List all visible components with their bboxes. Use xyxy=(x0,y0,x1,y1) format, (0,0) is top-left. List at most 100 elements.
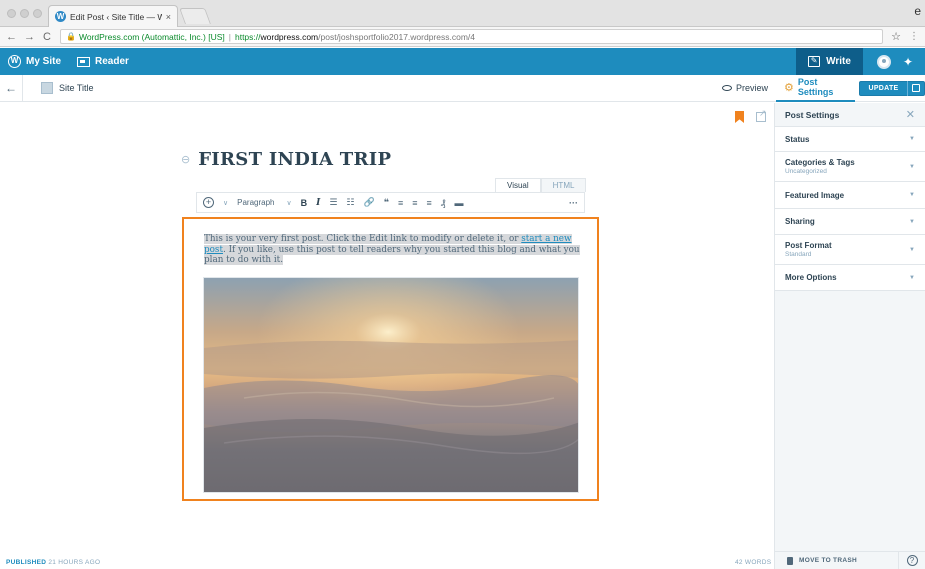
reader-icon xyxy=(77,56,91,67)
bullet-list-icon[interactable]: ☰ xyxy=(329,197,337,208)
gear-icon: ⚙ xyxy=(784,81,794,94)
sunset-ocean-photo xyxy=(204,278,578,492)
editor-canvas: ⊖ FIRST INDIA TRIP Visual HTML + ∨ Parag… xyxy=(0,103,774,569)
trash-label: MOVE TO TRASH xyxy=(799,557,857,564)
browser-tabstrip: W Edit Post ‹ Site Title — WordPr × e xyxy=(0,0,925,27)
update-button[interactable]: UPDATE xyxy=(859,80,925,96)
profile-icon[interactable]: e xyxy=(914,4,921,18)
minimize-window-dot[interactable] xyxy=(20,9,29,18)
my-site-link[interactable]: W My Site xyxy=(0,48,69,75)
browser-tab[interactable]: W Edit Post ‹ Site Title — WordPr × xyxy=(48,5,178,27)
address-bar-row: ← → C 🔒 WordPress.com (Automattic, Inc.)… xyxy=(0,27,925,47)
preview-label: Preview xyxy=(735,83,768,93)
published-label: PUBLISHED xyxy=(6,559,47,566)
forward-icon[interactable]: → xyxy=(24,31,35,43)
paragraph-format-value: Paragraph xyxy=(237,198,275,207)
link-icon[interactable]: 🔗 xyxy=(363,197,374,208)
sidebar-item-more-options[interactable]: More Options ▼ xyxy=(775,265,925,291)
chevron-down-icon: ▼ xyxy=(909,274,915,281)
post-content-area[interactable]: This is your very first post. Click the … xyxy=(182,217,599,501)
editor-mode-tabs: Visual HTML xyxy=(495,178,587,192)
url-path: /post/joshsportfolio2017.wordpress.com/4 xyxy=(318,31,476,42)
post-settings-toggle[interactable]: ⚙ Post Settings xyxy=(776,75,855,102)
back-icon[interactable]: ← xyxy=(6,31,17,43)
sidebar-item-post-format[interactable]: Post Format Standard ▼ xyxy=(775,235,925,265)
sidebar-item-status[interactable]: Status ▼ xyxy=(775,127,925,152)
trash-icon xyxy=(787,556,793,565)
reader-link[interactable]: Reader xyxy=(69,48,137,75)
help-icon[interactable]: ? xyxy=(899,555,925,566)
move-to-trash-button[interactable]: MOVE TO TRASH xyxy=(775,556,898,565)
align-right-icon[interactable]: ≡ xyxy=(427,198,432,208)
bold-icon[interactable]: B xyxy=(301,198,308,208)
new-tab-button[interactable] xyxy=(179,8,211,24)
lock-icon: 🔒 xyxy=(66,32,76,41)
external-link-icon[interactable] xyxy=(756,108,767,122)
preview-button[interactable]: Preview xyxy=(721,83,768,93)
wordpress-logo-icon: W xyxy=(8,55,21,68)
sidebar-item-sharing[interactable]: Sharing ▼ xyxy=(775,209,925,235)
more-options-icon[interactable]: ··· xyxy=(569,198,578,208)
wordpress-favicon-icon: W xyxy=(55,11,66,22)
add-content-icon[interactable]: + xyxy=(203,197,214,208)
browser-menu-icon[interactable]: ⋮ xyxy=(909,31,919,42)
update-label: UPDATE xyxy=(868,84,899,92)
site-icon xyxy=(41,82,53,94)
chevron-down-icon[interactable]: ∨ xyxy=(223,199,228,207)
sidebar-header: Post Settings ✕ xyxy=(775,103,925,127)
sidebar-list: Status ▼ Categories & Tags Uncategorized… xyxy=(775,127,925,291)
bookmark-star-icon[interactable]: ☆ xyxy=(891,30,901,43)
sidebar-item-label: More Options xyxy=(785,273,837,282)
sidebar-item-label: Featured Image xyxy=(785,190,845,200)
close-window-dot[interactable] xyxy=(7,9,16,18)
sidebar-item-label: Categories & Tags xyxy=(785,158,855,167)
divider xyxy=(22,74,23,102)
reload-icon[interactable]: C xyxy=(42,31,52,43)
chevron-down-icon: ▼ xyxy=(909,192,915,198)
url-domain: wordpress.com xyxy=(260,31,319,42)
publish-status: PUBLISHED 21 HOURS AGO xyxy=(6,559,100,566)
bookmark-icon[interactable] xyxy=(735,111,744,123)
url-separator: | xyxy=(228,31,231,42)
close-icon[interactable]: ✕ xyxy=(906,108,915,121)
secure-label: WordPress.com (Automattic, Inc.) [US] xyxy=(78,31,225,42)
chevron-down-icon: ▼ xyxy=(909,218,915,225)
body-text-part-1: This is your very first post. Click the … xyxy=(204,234,522,244)
write-button[interactable]: ✎ Write xyxy=(796,48,863,75)
paragraph-format-select[interactable]: Paragraph ∨ xyxy=(237,198,291,207)
sidebar-item-featured-image[interactable]: Featured Image ▼ xyxy=(775,182,925,209)
tab-html[interactable]: HTML xyxy=(540,178,587,192)
reader-label: Reader xyxy=(95,56,129,67)
zoom-window-dot[interactable] xyxy=(33,9,42,18)
post-settings-label: Post Settings xyxy=(797,77,834,97)
avatar[interactable] xyxy=(876,54,891,69)
post-title-row: ⊖ FIRST INDIA TRIP xyxy=(181,149,391,170)
site-title[interactable]: Site Title xyxy=(59,83,94,93)
blockquote-icon[interactable]: ❝ xyxy=(384,197,389,208)
numbered-list-icon[interactable]: ☷ xyxy=(346,197,354,208)
align-center-icon[interactable]: ≡ xyxy=(412,198,417,208)
permalink-icon[interactable]: ⊖ xyxy=(181,153,190,166)
post-body-text[interactable]: This is your very first post. Click the … xyxy=(204,234,582,266)
sidebar-footer: MOVE TO TRASH ? xyxy=(774,551,925,569)
strikethrough-icon[interactable]: ₰ xyxy=(441,198,446,208)
schedule-calendar-icon[interactable] xyxy=(908,84,924,92)
tab-visual[interactable]: Visual xyxy=(495,178,541,192)
sidebar-title: Post Settings xyxy=(785,109,840,120)
published-time: 21 HOURS AGO xyxy=(48,559,101,566)
read-more-icon[interactable]: ▬ xyxy=(455,198,464,208)
notifications-icon[interactable]: ✦ xyxy=(903,55,913,69)
italic-icon[interactable]: I xyxy=(316,198,320,208)
sidebar-item-label: Sharing xyxy=(785,217,815,226)
write-label: Write xyxy=(826,56,851,67)
back-arrow-icon[interactable]: ← xyxy=(0,81,22,95)
tab-close-icon[interactable]: × xyxy=(166,12,171,22)
align-left-icon[interactable]: ≡ xyxy=(398,198,403,208)
url-input[interactable]: 🔒 WordPress.com (Automattic, Inc.) [US] … xyxy=(60,29,884,44)
sidebar-item-categories-tags[interactable]: Categories & Tags Uncategorized ▼ xyxy=(775,152,925,182)
post-title[interactable]: FIRST INDIA TRIP xyxy=(198,149,391,170)
sunset-ocean-image[interactable] xyxy=(203,277,579,493)
chevron-down-icon: ∨ xyxy=(286,199,292,207)
sidebar-item-sub: Standard xyxy=(785,251,812,258)
write-icon: ✎ xyxy=(808,56,821,67)
